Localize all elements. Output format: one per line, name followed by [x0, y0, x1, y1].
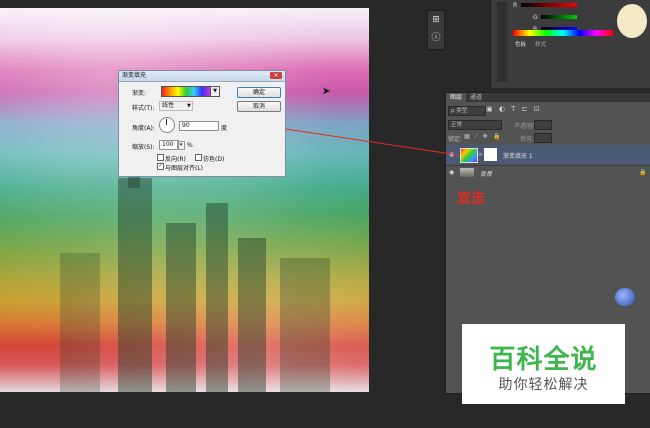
gradient-label: 渐变: — [132, 90, 147, 97]
align-checkbox[interactable]: ✓ — [157, 163, 164, 170]
dialog-title: 渐变填充 — [119, 71, 285, 82]
angle-label: 角度(A): — [132, 125, 155, 132]
scale-unit: % — [187, 142, 193, 149]
angle-unit: 度 — [221, 125, 228, 132]
watermark-title: 百科全说 — [489, 345, 598, 375]
globe-icon — [615, 288, 635, 306]
arrow-line — [265, 125, 459, 156]
watermark-logo: 百科全说 助你轻松解决 — [462, 324, 625, 404]
chevron-down-icon[interactable]: ▼ — [210, 86, 220, 97]
reverse-checkbox[interactable] — [157, 154, 164, 161]
chevron-down-icon[interactable]: ▼ — [187, 103, 191, 109]
angle-dial-needle — [166, 119, 167, 125]
gradient-picker[interactable] — [161, 86, 211, 97]
scale-field[interactable]: 100 — [159, 140, 179, 150]
scale-dropdown-icon[interactable]: ▾ — [177, 141, 185, 150]
ok-button[interactable]: 确定 — [237, 87, 281, 98]
gradient-fill-dialog: 渐变填充 × 渐变: ▼ 样式(T): 线性 ▼ 角度(A): 90 度 缩放(… — [118, 70, 286, 177]
close-icon[interactable]: × — [270, 72, 282, 79]
cancel-button[interactable]: 取消 — [237, 101, 281, 112]
reverse-label: 反向(R) — [165, 156, 186, 163]
scale-label: 缩放(S): — [132, 144, 155, 151]
angle-dial[interactable] — [159, 117, 175, 133]
dither-checkbox[interactable] — [195, 154, 202, 161]
style-label: 样式(T): — [132, 105, 155, 112]
watermark-subtitle: 助你轻松解决 — [498, 377, 589, 393]
dither-label: 仿色(D) — [203, 156, 225, 163]
double-click-annotation: 双击 — [457, 191, 485, 207]
angle-field[interactable]: 90 — [179, 121, 219, 131]
align-label: 与图层对齐(L) — [165, 165, 204, 172]
